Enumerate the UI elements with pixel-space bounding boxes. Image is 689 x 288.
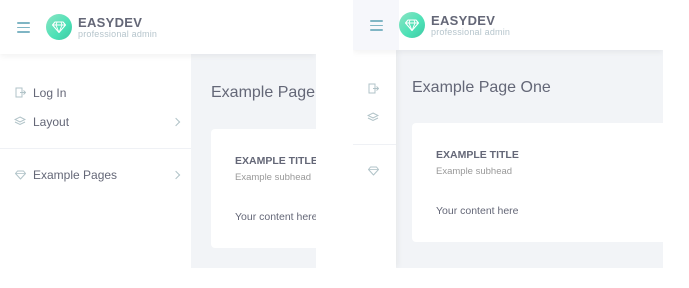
card-body: Your content here xyxy=(436,205,519,217)
content-card: EXAMPLE TITLE Example subhead Your conte… xyxy=(412,123,663,242)
layers-icon xyxy=(14,116,26,128)
main-content: Example Page One EXAMPLE TITLE Example s… xyxy=(191,54,316,268)
sidebar-item-log-in[interactable] xyxy=(353,74,396,103)
chevron-right-icon xyxy=(171,117,181,126)
content-card: EXAMPLE TITLE Example subhead Your conte… xyxy=(211,129,316,248)
brand-name: EASYDEV xyxy=(431,12,496,28)
sidebar-item-example-pages[interactable] xyxy=(353,156,396,185)
log-in-icon xyxy=(367,83,379,95)
sidebar-collapsed xyxy=(353,50,396,268)
layers-icon xyxy=(367,112,379,124)
sidebar-toggle-button[interactable] xyxy=(353,0,399,50)
card-subhead: Example subhead xyxy=(436,166,513,177)
sidebar-item-label: Layout xyxy=(33,114,70,129)
brand-tagline: professional admin xyxy=(78,28,158,39)
topbar: EASYDEV professional admin xyxy=(353,0,663,50)
sidebar-toggle-button[interactable] xyxy=(0,0,46,54)
menu-icon xyxy=(369,20,383,31)
brand-name: EASYDEV xyxy=(78,14,143,30)
log-in-icon xyxy=(14,87,26,99)
menu-icon xyxy=(16,22,30,33)
app-window-collapsed: EASYDEV professional admin Example Page … xyxy=(353,0,663,268)
card-body: Your content here xyxy=(235,211,316,223)
sidebar: Log In Layout Example Pages xyxy=(0,54,191,268)
brand-tagline: professional admin xyxy=(431,26,511,37)
sidebar-item-log-in[interactable]: Log In xyxy=(0,78,191,107)
app-window-expanded: EASYDEV professional admin Log In Layout xyxy=(0,0,316,268)
diamond-icon xyxy=(14,169,26,181)
chevron-right-icon xyxy=(171,170,181,179)
page-title: Example Page One xyxy=(211,84,316,101)
main-content: Example Page One EXAMPLE TITLE Example s… xyxy=(396,50,663,268)
logo[interactable]: EASYDEV professional admin xyxy=(399,0,510,50)
page-title: Example Page One xyxy=(412,79,551,96)
sidebar-item-label: Example Pages xyxy=(33,167,118,182)
diamond-icon xyxy=(367,165,379,177)
topbar: EASYDEV professional admin xyxy=(0,0,316,54)
sidebar-item-layout[interactable] xyxy=(353,103,396,132)
card-title: EXAMPLE TITLE xyxy=(235,155,316,167)
sidebar-item-layout[interactable]: Layout xyxy=(0,107,191,136)
logo[interactable]: EASYDEV professional admin xyxy=(46,0,157,54)
diamond-icon xyxy=(399,12,425,38)
card-subhead: Example subhead xyxy=(235,172,312,183)
diamond-icon xyxy=(46,14,72,40)
card-title: EXAMPLE TITLE xyxy=(436,149,519,161)
sidebar-item-example-pages[interactable]: Example Pages xyxy=(0,160,191,189)
sidebar-item-label: Log In xyxy=(33,85,67,100)
